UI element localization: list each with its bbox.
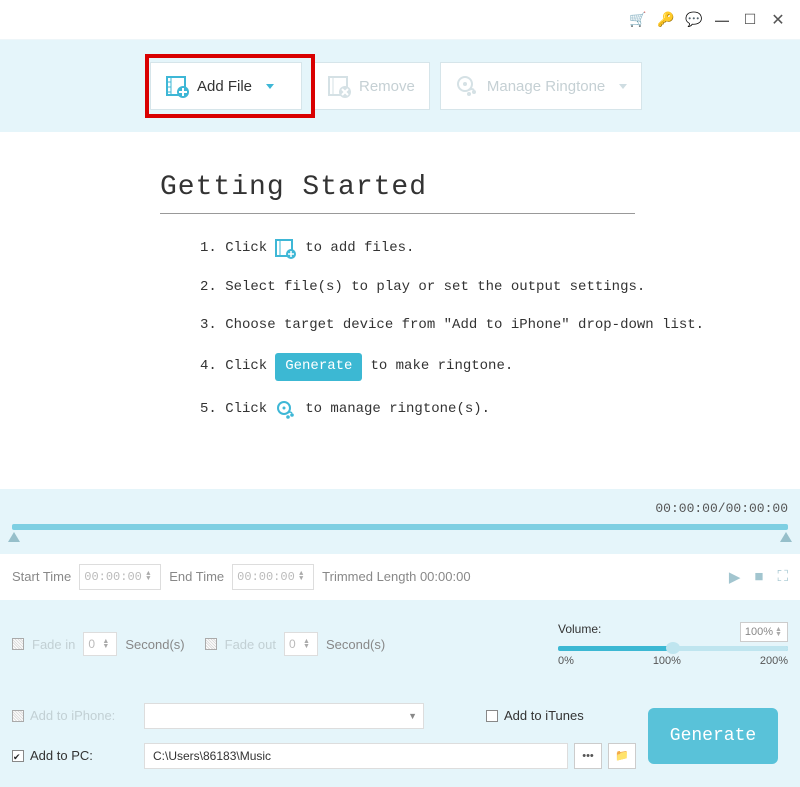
generate-pill: Generate bbox=[275, 353, 362, 381]
manage-ringtone-icon bbox=[455, 74, 479, 98]
volume-knob[interactable] bbox=[666, 642, 680, 654]
close-icon[interactable]: ✕ bbox=[770, 12, 786, 28]
add-file-inline-icon bbox=[275, 238, 297, 260]
browse-dots-button[interactable]: ••• bbox=[574, 743, 602, 769]
add-to-iphone-checkbox[interactable] bbox=[12, 710, 24, 722]
step-4: 4. Click Generate to make ringtone. bbox=[160, 353, 800, 381]
vol-mark-0: 0% bbox=[558, 655, 574, 667]
step-3: 3. Choose target device from "Add to iPh… bbox=[160, 316, 800, 336]
add-to-pc-checkbox[interactable] bbox=[12, 750, 24, 762]
chevron-down-icon bbox=[619, 84, 627, 89]
fade-volume-row: Fade in 0▲▼ Second(s) Fade out 0▲▼ Secon… bbox=[0, 600, 800, 689]
add-file-icon bbox=[165, 74, 189, 98]
start-time-input[interactable]: 00:00:00▲▼ bbox=[79, 564, 161, 590]
add-to-itunes-label: Add to iTunes bbox=[504, 708, 584, 723]
step-5: 5. Click to manage ringtone(s). bbox=[160, 399, 800, 421]
step-2: 2. Select file(s) to play or set the out… bbox=[160, 278, 800, 298]
start-time-label: Start Time bbox=[12, 569, 71, 584]
fade-out-checkbox[interactable] bbox=[205, 638, 217, 650]
trim-controls: Start Time 00:00:00▲▼ End Time 00:00:00▲… bbox=[0, 554, 800, 600]
output-path-input[interactable]: C:\Users\86183\Music bbox=[144, 743, 568, 769]
fade-out-label: Fade out bbox=[225, 637, 276, 652]
maximize-icon[interactable]: ☐ bbox=[742, 12, 758, 28]
time-readout: 00:00:00/00:00:00 bbox=[12, 501, 788, 516]
iphone-device-select[interactable]: ▼ bbox=[144, 703, 424, 729]
toolbar: Add File Remove Manage Ringtone bbox=[0, 40, 800, 132]
generate-button[interactable]: Generate bbox=[648, 708, 778, 764]
vol-mark-100: 100% bbox=[653, 655, 681, 667]
fade-in-value[interactable]: 0▲▼ bbox=[83, 632, 117, 656]
end-time-input[interactable]: 00:00:00▲▼ bbox=[232, 564, 314, 590]
add-to-iphone-label: Add to iPhone: bbox=[30, 708, 115, 723]
remove-icon bbox=[327, 74, 351, 98]
getting-started-panel: Getting Started 1. Click to add files. 2… bbox=[0, 132, 800, 489]
minimize-icon[interactable]: — bbox=[714, 12, 730, 28]
fade-out-value[interactable]: 0▲▼ bbox=[284, 632, 318, 656]
remove-button[interactable]: Remove bbox=[312, 62, 430, 110]
play-icon[interactable]: ▶ bbox=[729, 568, 741, 586]
comment-icon[interactable]: 💬 bbox=[686, 12, 702, 28]
volume-label: Volume: bbox=[558, 622, 601, 642]
trim-start-handle[interactable] bbox=[8, 532, 20, 542]
volume-percent-input[interactable]: 100%▲▼ bbox=[740, 622, 788, 642]
cart-icon[interactable]: 🛒 bbox=[630, 12, 646, 28]
vol-mark-200: 200% bbox=[760, 655, 788, 667]
page-title: Getting Started bbox=[160, 172, 800, 203]
volume-block: Volume: 100%▲▼ 0% 100% 200% bbox=[558, 622, 788, 667]
add-to-itunes-checkbox[interactable] bbox=[486, 710, 498, 722]
titlebar: 🛒 🔑 💬 — ☐ ✕ bbox=[0, 0, 800, 40]
add-file-button[interactable]: Add File bbox=[150, 62, 302, 110]
step-1: 1. Click to add files. bbox=[160, 238, 800, 260]
add-file-label: Add File bbox=[197, 78, 252, 95]
add-to-pc-label: Add to PC: bbox=[30, 748, 93, 763]
timeline-panel: 00:00:00/00:00:00 bbox=[0, 489, 800, 554]
fade-in-checkbox[interactable] bbox=[12, 638, 24, 650]
fade-in-label: Fade in bbox=[32, 637, 75, 652]
open-folder-button[interactable]: 📁 bbox=[608, 743, 636, 769]
divider bbox=[160, 213, 635, 214]
output-panel: Add to iPhone: ▼ Add to iTunes Generate … bbox=[0, 689, 800, 787]
manage-inline-icon bbox=[275, 399, 297, 421]
remove-label: Remove bbox=[359, 78, 415, 95]
key-icon[interactable]: 🔑 bbox=[658, 12, 674, 28]
stop-icon[interactable]: ■ bbox=[754, 568, 763, 586]
chevron-down-icon bbox=[266, 84, 274, 89]
timeline-markers bbox=[12, 530, 788, 546]
volume-slider[interactable] bbox=[558, 646, 788, 651]
manage-ringtone-button[interactable]: Manage Ringtone bbox=[440, 62, 642, 110]
end-time-label: End Time bbox=[169, 569, 224, 584]
trimmed-length: Trimmed Length 00:00:00 bbox=[322, 569, 470, 584]
seconds-label-1: Second(s) bbox=[125, 637, 184, 652]
trim-end-handle[interactable] bbox=[780, 532, 792, 542]
seconds-label-2: Second(s) bbox=[326, 637, 385, 652]
manage-label: Manage Ringtone bbox=[487, 78, 605, 95]
fullscreen-icon[interactable]: ⛶ bbox=[777, 568, 788, 586]
